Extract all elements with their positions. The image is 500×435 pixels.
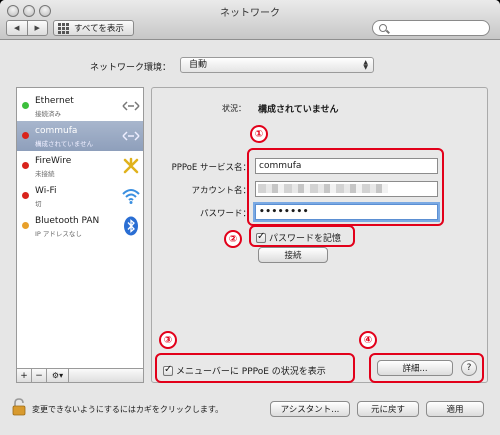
status-label: 状況： — [222, 104, 246, 113]
connect-button[interactable]: 接続 — [258, 247, 328, 263]
service-status: 切 — [35, 200, 42, 208]
annotation-number-3: ③ — [159, 331, 177, 349]
annotation-box-3 — [155, 353, 355, 383]
bluetooth-icon — [124, 216, 138, 236]
service-name: Bluetooth PAN — [35, 216, 100, 226]
search-icon — [379, 24, 387, 32]
back-forward-control: ◀ ▶ — [6, 20, 48, 36]
service-item-wifi[interactable]: Wi-Fi 切 — [17, 181, 143, 211]
annotation-box-1 — [247, 148, 444, 226]
service-name: Ethernet — [35, 96, 74, 106]
network-preferences-window: ネットワーク ◀ ▶ すべてを表示 ネットワーク環境： 自動 ▲ ▼ Ethern… — [0, 0, 500, 435]
title-bar: ネットワーク ◀ ▶ すべてを表示 — [0, 0, 500, 40]
location-select[interactable]: 自動 ▲ ▼ — [180, 57, 374, 73]
annotation-number-2: ② — [224, 230, 242, 248]
window-title: ネットワーク — [220, 8, 280, 19]
show-all-label: すべてを表示 — [74, 24, 124, 34]
annotation-box-4 — [369, 353, 484, 383]
location-label: ネットワーク環境： — [90, 63, 172, 73]
service-name-label: PPPoE サービス名： — [171, 163, 251, 173]
lock-icon[interactable] — [12, 398, 26, 416]
firewire-icon — [123, 157, 139, 174]
search-input[interactable] — [372, 20, 490, 36]
apply-button[interactable]: 適用 — [426, 401, 484, 417]
select-arrows-icon: ▲ ▼ — [363, 59, 368, 71]
lock-hint-text: 変更できないようにするにはカギをクリックします。 — [32, 405, 224, 414]
status-dot-red — [22, 192, 29, 199]
grid-icon — [58, 22, 69, 34]
gear-menu-button[interactable]: ⚙▾ — [47, 369, 69, 382]
revert-button[interactable]: 元に戻す — [357, 401, 419, 417]
status-dot-red — [22, 132, 29, 139]
service-status: 未接続 — [35, 170, 55, 178]
service-status: 構成されていません — [35, 140, 94, 148]
password-label: パスワード： — [199, 209, 251, 219]
assistant-button[interactable]: アシスタント... — [270, 401, 350, 417]
ethernet-arrows-icon — [122, 101, 140, 111]
service-list: Ethernet 接続済み commufa 構成されていません FireWire… — [16, 87, 144, 369]
service-item-commufa[interactable]: commufa 構成されていません — [17, 121, 143, 151]
location-value: 自動 — [189, 60, 208, 70]
annotation-box-2 — [249, 225, 355, 247]
service-name: Wi-Fi — [35, 186, 57, 196]
add-service-button[interactable]: + — [17, 369, 32, 382]
show-all-button[interactable]: すべてを表示 — [53, 20, 134, 36]
back-button[interactable]: ◀ — [7, 21, 27, 35]
service-name: commufa — [35, 126, 78, 136]
service-item-bluetooth-pan[interactable]: Bluetooth PAN IP アドレスなし — [17, 211, 143, 241]
account-name-label: アカウント名： — [191, 186, 251, 196]
wifi-icon — [122, 189, 140, 204]
status-dot-red — [22, 162, 29, 169]
annotation-number-1: ① — [250, 125, 268, 143]
status-value: 構成されていません — [258, 105, 339, 115]
service-item-firewire[interactable]: FireWire 未接続 — [17, 151, 143, 181]
service-list-controls: + − ⚙▾ — [16, 369, 144, 383]
ethernet-arrows-icon — [122, 131, 140, 141]
forward-button[interactable]: ▶ — [26, 21, 48, 35]
annotation-number-4: ④ — [359, 331, 377, 349]
service-name: FireWire — [35, 156, 72, 166]
status-dot-orange — [22, 222, 29, 229]
service-status: IP アドレスなし — [35, 230, 82, 238]
service-item-ethernet[interactable]: Ethernet 接続済み — [17, 91, 143, 121]
status-dot-green — [22, 102, 29, 109]
remove-service-button[interactable]: − — [32, 369, 47, 382]
service-status: 接続済み — [35, 110, 61, 118]
